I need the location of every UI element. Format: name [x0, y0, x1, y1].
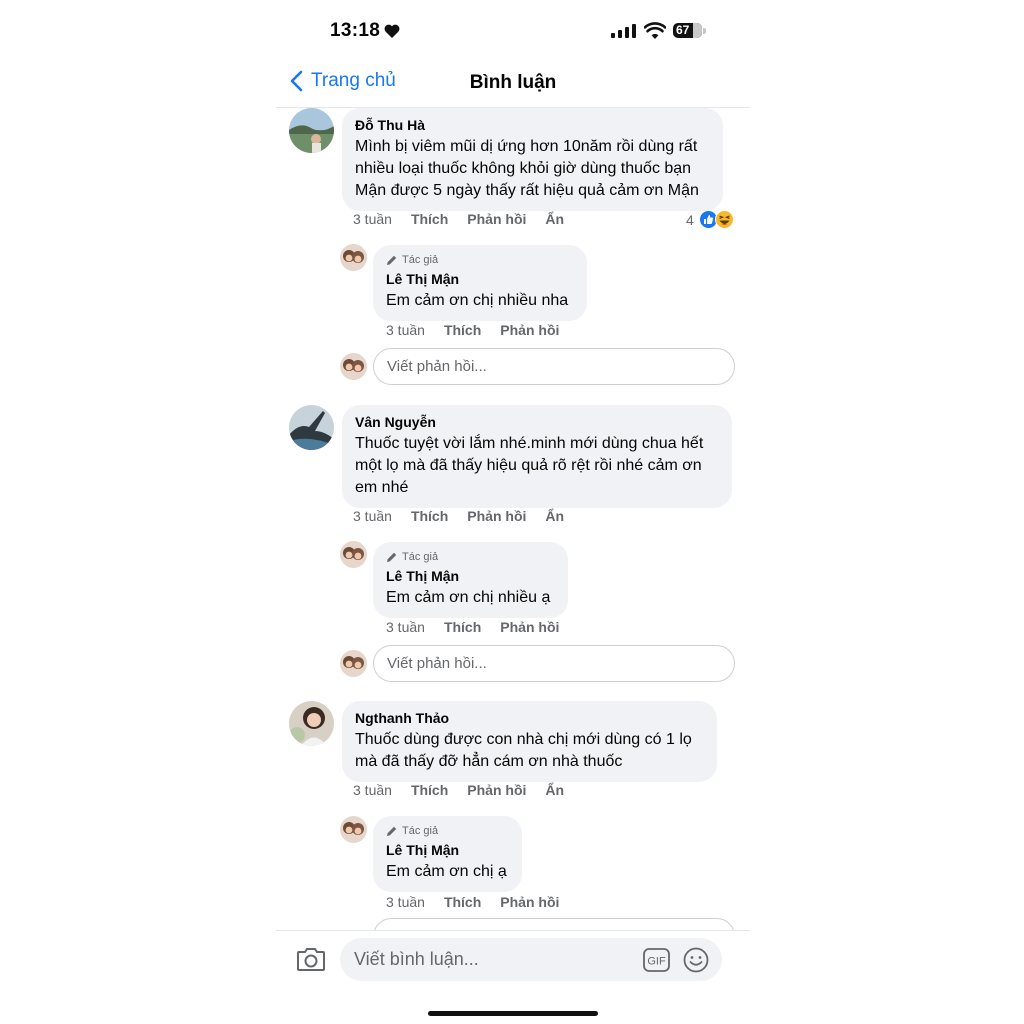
comment-text: Thuốc tuyệt vời lắm nhé.minh mới dùng ch…	[355, 435, 704, 496]
reply-time: 3 tuần	[386, 322, 425, 338]
reaction-summary[interactable]: 4	[686, 210, 734, 229]
author-avatar[interactable]	[340, 816, 367, 843]
author-badge-label: Tác giả	[402, 254, 439, 266]
comment-author[interactable]: Vân Nguyễn	[355, 413, 719, 431]
my-avatar	[340, 353, 367, 380]
page-title: Bình luận	[469, 72, 557, 93]
comment-list[interactable]: Đỗ Thu Hà Mình bị viêm mũi dị ứng hơn 10…	[276, 108, 750, 930]
commenter-avatar[interactable]	[289, 405, 334, 450]
reply-bubble[interactable]: Tác giả Lê Thị Mận Em cảm ơn chị nhiều n…	[373, 245, 587, 321]
reply-input[interactable]: Viết phản hồi...	[373, 348, 735, 385]
wifi-icon	[644, 22, 666, 39]
gif-icon: GIF	[643, 948, 670, 972]
comment-actions: 3 tuần Thích Phản hồi Ẩn	[353, 211, 583, 227]
comment-time: 3 tuần	[353, 782, 392, 798]
comment-actions: 3 tuần Thích Phản hồi Ẩn	[353, 782, 583, 798]
like-button[interactable]: Thích	[411, 508, 448, 524]
author-badge: Tác giả	[386, 550, 555, 564]
like-button[interactable]: Thích	[411, 211, 448, 227]
reply-button[interactable]: Phản hồi	[500, 322, 559, 338]
author-badge: Tác giả	[386, 253, 574, 267]
heart-icon	[384, 24, 400, 38]
like-button[interactable]: Thích	[411, 782, 448, 798]
haha-reaction-icon	[714, 210, 734, 229]
commenter-avatar[interactable]	[289, 701, 334, 746]
like-button[interactable]: Thích	[444, 322, 481, 338]
author-badge-label: Tác giả	[402, 825, 439, 837]
reaction-count: 4	[686, 211, 694, 228]
comment-author[interactable]: Đỗ Thu Hà	[355, 116, 710, 134]
comment-composer: Viết bình luận... GIF	[276, 930, 750, 1024]
comment-actions: 3 tuần Thích Phản hồi Ẩn	[353, 508, 583, 524]
gif-button[interactable]: GIF	[643, 948, 670, 977]
pencil-icon	[387, 255, 397, 265]
comments-screen: 13:18 67 Trang chủ Bình luận Đỗ Thu Hà M…	[276, 0, 750, 1024]
reply-bubble[interactable]: Tác giả Lê Thị Mận Em cảm ơn chị nhiều ạ	[373, 542, 568, 618]
emoji-icon[interactable]	[683, 947, 709, 973]
status-time: 13:18	[330, 20, 381, 41]
reply-actions: 3 tuần Thích Phản hồi	[386, 894, 578, 910]
svg-text:GIF: GIF	[647, 956, 666, 968]
cellular-signal-icon	[611, 24, 636, 38]
comment-bubble[interactable]: Ngthanh Thảo Thuốc dùng được con nhà chị…	[342, 701, 717, 782]
commenter-avatar[interactable]	[289, 108, 334, 153]
reply-text: Em cảm ơn chị nhiều nha	[386, 292, 569, 309]
reply-text: Em cảm ơn chị nhiều ạ	[386, 589, 551, 606]
hide-button[interactable]: Ẩn	[545, 782, 564, 798]
author-avatar[interactable]	[340, 244, 367, 271]
reply-author[interactable]: Lê Thị Mận	[386, 567, 555, 585]
hide-button[interactable]: Ẩn	[545, 508, 564, 524]
home-indicator[interactable]	[428, 1011, 598, 1016]
reply-author[interactable]: Lê Thị Mận	[386, 270, 574, 288]
reply-button[interactable]: Phản hồi	[467, 782, 526, 798]
reply-actions: 3 tuần Thích Phản hồi	[386, 619, 578, 635]
comment-text: Mình bị viêm mũi dị ứng hơn 10năm rồi dù…	[355, 138, 699, 199]
comment-bubble[interactable]: Vân Nguyễn Thuốc tuyệt vời lắm nhé.minh …	[342, 405, 732, 508]
comment-author[interactable]: Ngthanh Thảo	[355, 709, 704, 727]
author-badge-label: Tác giả	[402, 551, 439, 563]
reply-bubble[interactable]: Tác giả Lê Thị Mận Em cảm ơn chị ạ	[373, 816, 522, 892]
reply-time: 3 tuần	[386, 619, 425, 635]
comment-text: Thuốc dùng được con nhà chị mới dùng có …	[355, 731, 692, 770]
battery-level: 67	[676, 23, 690, 37]
reply-time: 3 tuần	[386, 894, 425, 910]
reply-input-partial[interactable]	[373, 918, 735, 930]
camera-icon[interactable]	[296, 946, 326, 972]
navigation-bar: Trang chủ Bình luận	[276, 60, 750, 108]
reply-author[interactable]: Lê Thị Mận	[386, 841, 509, 859]
my-avatar	[340, 650, 367, 677]
pencil-icon	[387, 552, 397, 562]
like-button[interactable]: Thích	[444, 894, 481, 910]
reply-button[interactable]: Phản hồi	[500, 894, 559, 910]
comment-time: 3 tuần	[353, 211, 392, 227]
author-badge: Tác giả	[386, 824, 509, 838]
pencil-icon	[387, 826, 397, 836]
author-avatar[interactable]	[340, 541, 367, 568]
like-button[interactable]: Thích	[444, 619, 481, 635]
reply-button[interactable]: Phản hồi	[500, 619, 559, 635]
battery-indicator: 67	[673, 23, 702, 38]
reply-input[interactable]: Viết phản hồi...	[373, 645, 735, 682]
reply-button[interactable]: Phản hồi	[467, 211, 526, 227]
hide-button[interactable]: Ẩn	[545, 211, 564, 227]
comment-time: 3 tuần	[353, 508, 392, 524]
reply-text: Em cảm ơn chị ạ	[386, 863, 507, 880]
reply-button[interactable]: Phản hồi	[467, 508, 526, 524]
comment-bubble[interactable]: Đỗ Thu Hà Mình bị viêm mũi dị ứng hơn 10…	[342, 108, 723, 211]
status-bar: 13:18 67	[276, 0, 750, 60]
reply-actions: 3 tuần Thích Phản hồi	[386, 322, 578, 338]
